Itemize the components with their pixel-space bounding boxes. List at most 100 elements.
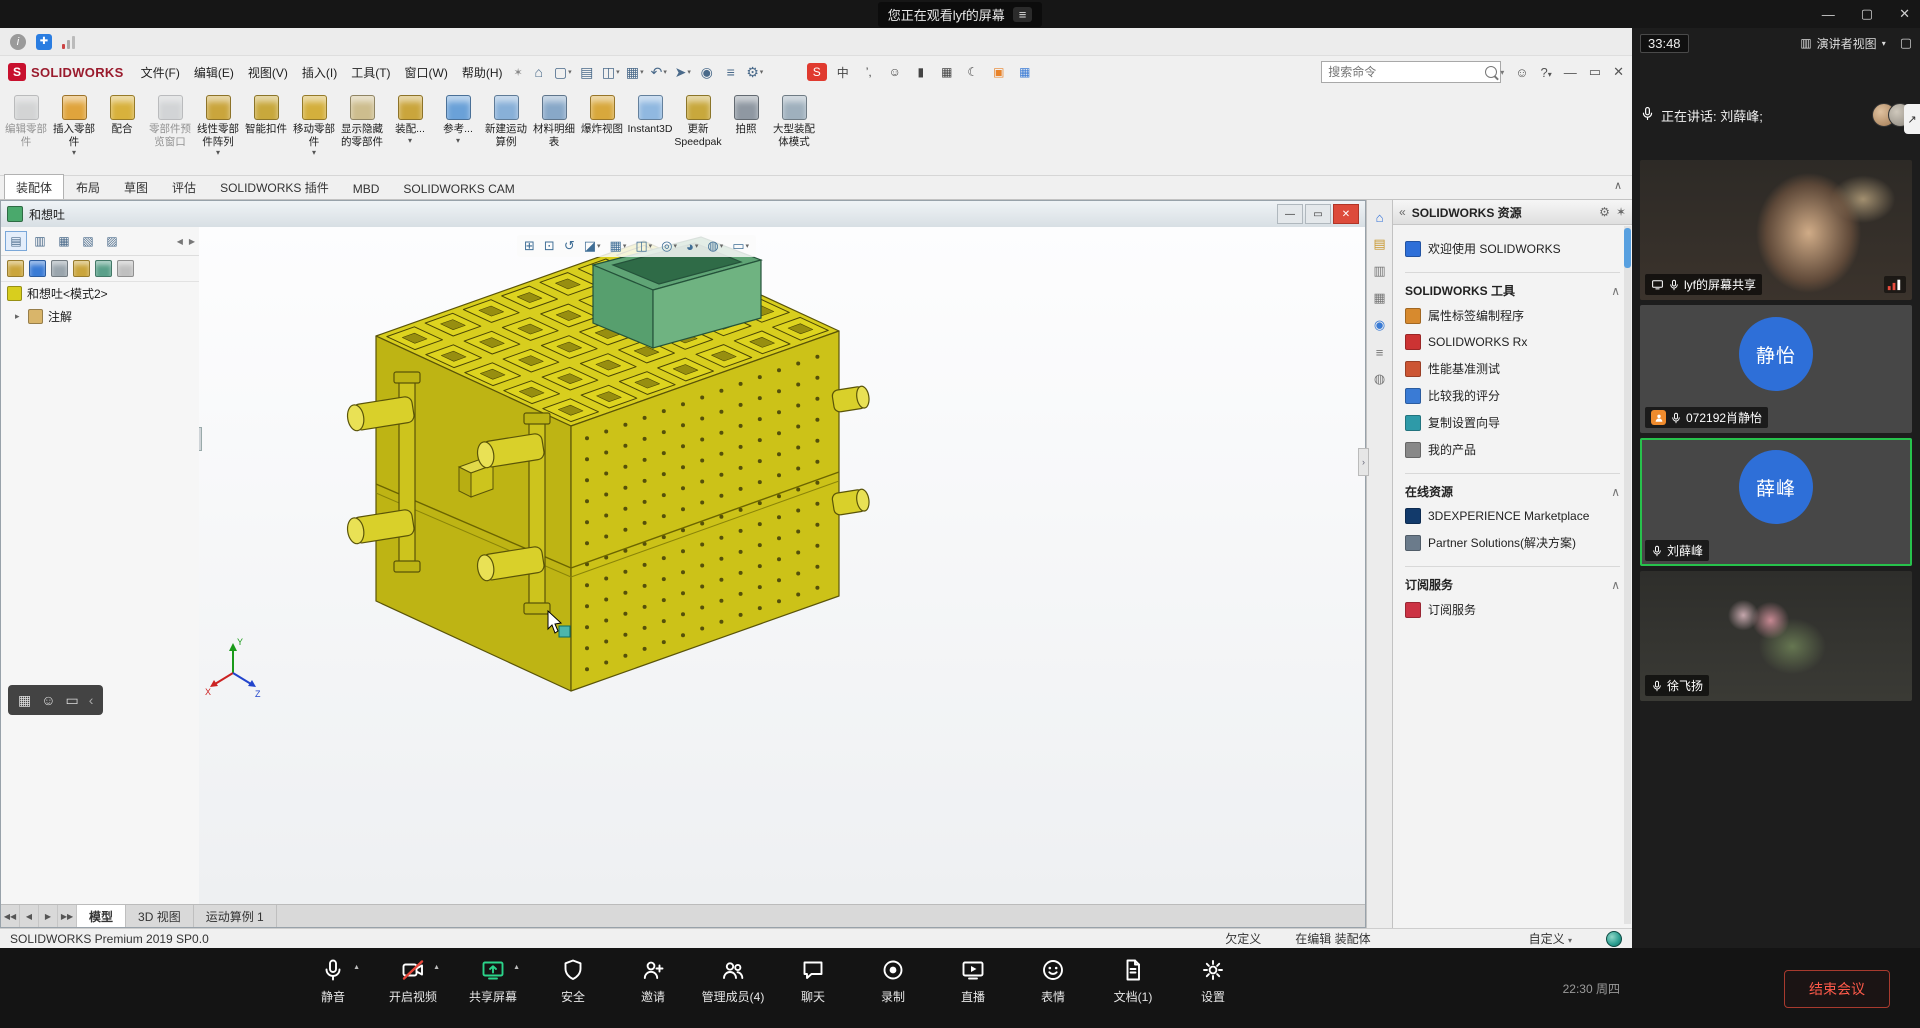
menu-item-6[interactable]: 帮助(H) [455, 60, 510, 85]
home-icon[interactable]: ⌂ [527, 61, 551, 83]
collapse-pane-icon[interactable]: « [1399, 205, 1406, 219]
emoji-button[interactable]: 表情 [1020, 958, 1086, 1005]
ribbon-edit-component[interactable]: 编辑零部件 [2, 92, 50, 151]
section-header[interactable]: 订阅服务∧ [1405, 573, 1620, 596]
lang-chinese-icon[interactable]: 中 [833, 63, 853, 81]
view-dependencies-icon[interactable] [95, 260, 112, 277]
select-icon[interactable]: ➤▾ [671, 61, 695, 83]
collapse-ribbon-icon[interactable]: ∧ [1614, 179, 1622, 192]
property-manager-tab[interactable]: ▥ [29, 231, 51, 251]
doc-tab-1[interactable]: 3D 视图 [126, 905, 194, 927]
live-button[interactable]: 直播 [940, 958, 1006, 1005]
file-explorer-icon[interactable]: ▥ [1371, 262, 1389, 280]
login-user-icon[interactable]: ☺ [1515, 65, 1528, 80]
task-pane-link[interactable]: 性能基准测试 [1405, 355, 1620, 382]
search-input[interactable] [1326, 64, 1485, 80]
fm-next-icon[interactable]: ▶ [189, 237, 195, 246]
task-pane-link[interactable]: 我的产品 [1405, 436, 1620, 463]
tab-装配体[interactable]: 装配体 [4, 174, 64, 199]
ribbon-assembly-features[interactable]: 装配...▾ [386, 92, 434, 148]
ribbon-take-snapshot[interactable]: 拍照 [722, 92, 770, 139]
ribbon-insert-components[interactable]: 插入零部件▾ [50, 92, 98, 161]
invite-button[interactable]: 邀请 [620, 958, 686, 1005]
doc-tab-0[interactable]: 模型 [77, 905, 126, 927]
pane-pin-icon[interactable]: ✶ [1616, 205, 1626, 219]
minimize-icon[interactable]: — [1822, 7, 1835, 22]
docs-button[interactable]: 文档(1) [1100, 958, 1166, 1005]
sw-close-icon[interactable]: ✕ [1613, 64, 1624, 80]
participant-tile-1[interactable]: lyf的屏幕共享 [1640, 160, 1912, 300]
section-header[interactable]: 在线资源∧ [1405, 480, 1620, 503]
participant-tile-4[interactable]: 徐飞扬 [1640, 571, 1912, 701]
collapse-section-icon[interactable]: ∧ [1611, 284, 1620, 298]
doc-minimize-icon[interactable]: — [1277, 204, 1303, 224]
manage-members-button[interactable]: 管理成员(4) [700, 958, 766, 1005]
display-style-icon[interactable]: ◫▾ [632, 237, 655, 255]
first-tab-icon[interactable]: ◀◀ [1, 905, 20, 927]
menu-item-1[interactable]: 编辑(E) [187, 60, 241, 85]
collapse-section-icon[interactable]: ∧ [1611, 485, 1620, 499]
view-settings-icon[interactable]: ▭▾ [729, 237, 752, 255]
pin-menu-icon[interactable]: ✶ [514, 66, 523, 79]
design-library-icon[interactable]: ▤ [1371, 235, 1389, 253]
shop-icon[interactable]: ▣ [989, 63, 1009, 81]
share-screen-button[interactable]: ▲共享屏幕 [460, 958, 526, 1005]
view-orientation-icon[interactable]: ▦▾ [607, 237, 630, 255]
next-tab-icon[interactable]: ▶ [39, 905, 58, 927]
options-icon[interactable]: ⚙▾ [743, 61, 767, 83]
mute-button[interactable]: ▲静音 [300, 958, 366, 1005]
task-pane-link[interactable]: 比较我的评分 [1405, 382, 1620, 409]
undo-icon[interactable]: ↶▾ [647, 61, 671, 83]
ribbon-bill-of-materials[interactable]: 材料明细表 [530, 92, 578, 151]
settings-button[interactable]: 设置 [1180, 958, 1246, 1005]
task-pane-link[interactable]: 属性标签编制程序 [1405, 302, 1620, 329]
task-pane-link[interactable]: Partner Solutions(解决方案) [1405, 529, 1620, 556]
help-globe-icon[interactable] [1606, 931, 1622, 947]
custom-properties-icon[interactable]: ≡ [1371, 343, 1389, 361]
ribbon-move-component[interactable]: 移动零部件▾ [290, 92, 338, 161]
toolbox-icon[interactable]: ▦ [1015, 63, 1035, 81]
search-caret-icon[interactable]: ▾ [1500, 68, 1504, 77]
ribbon-large-assembly-mode[interactable]: 大型装配体模式 [770, 92, 818, 151]
control-caret-icon[interactable]: ▲ [433, 964, 440, 971]
account-icon[interactable]: ☺ [885, 63, 905, 81]
zoom-area-icon[interactable]: ⊡ [541, 237, 558, 255]
punctuation-icon[interactable]: ’, [859, 63, 879, 81]
expand-arrow-icon[interactable]: ▸ [15, 311, 23, 322]
task-pane-link[interactable]: SOLIDWORKS Rx [1405, 329, 1620, 355]
panel-popout-icon[interactable]: ↗ [1904, 104, 1920, 134]
task-pane-header[interactable]: « SOLIDWORKS 资源 ⚙✶ [1393, 200, 1632, 225]
ribbon-component-preview-window[interactable]: 零部件预览窗口 [146, 92, 194, 151]
save-icon[interactable]: ◫▾ [599, 61, 623, 83]
tab-评估[interactable]: 评估 [160, 174, 208, 199]
night-mode-icon[interactable]: ☾ [963, 63, 983, 81]
view-mode-switcher[interactable]: ▥ 演讲者视图 ▾ [1800, 35, 1885, 52]
tab-布局[interactable]: 布局 [64, 174, 112, 199]
task-pane-link[interactable]: 3DEXPERIENCE Marketplace [1405, 503, 1620, 529]
print-icon[interactable]: ▦▾ [623, 61, 647, 83]
task-pane-link[interactable]: 复制设置向导 [1405, 409, 1620, 436]
fullscreen-icon[interactable]: ▢ [1900, 35, 1912, 51]
ribbon-update-speedpak[interactable]: 更新 Speedpak [674, 92, 722, 151]
panel-splitter-handle[interactable] [199, 427, 202, 451]
prev-tab-icon[interactable]: ◀ [20, 905, 39, 927]
section-header[interactable]: SOLIDWORKS 工具∧ [1405, 279, 1620, 302]
voice-input-icon[interactable]: ▮ [911, 63, 931, 81]
resources-home-icon[interactable]: ⌂ [1371, 208, 1389, 226]
tree-root-item[interactable]: 和想吐<模式2> [1, 282, 199, 305]
filter-icon[interactable] [7, 260, 24, 277]
show-hierarchy-icon[interactable] [73, 260, 90, 277]
participant-tile-3[interactable]: 薛峰刘薛峰 [1640, 438, 1912, 566]
maximize-icon[interactable]: ▢ [1861, 6, 1873, 22]
meeting-app-icon[interactable]: ✚ [36, 34, 52, 50]
flyout-collapse-icon[interactable]: › [1358, 448, 1369, 476]
ribbon-show-hidden-components[interactable]: 显示隐藏的零部件 [338, 92, 386, 151]
end-meeting-button[interactable]: 结束会议 [1784, 970, 1890, 1008]
task-pane-scrollbar[interactable] [1624, 226, 1631, 924]
menu-item-5[interactable]: 窗口(W) [398, 60, 455, 85]
tree-options-icon[interactable] [117, 260, 134, 277]
menu-item-3[interactable]: 插入(I) [295, 60, 344, 85]
doc-restore-icon[interactable]: ▭ [1305, 204, 1331, 224]
tab-SOLIDWORKS CAM[interactable]: SOLIDWORKS CAM [391, 177, 526, 199]
ribbon-linear-component-pattern[interactable]: 线性零部件阵列▾ [194, 92, 242, 161]
